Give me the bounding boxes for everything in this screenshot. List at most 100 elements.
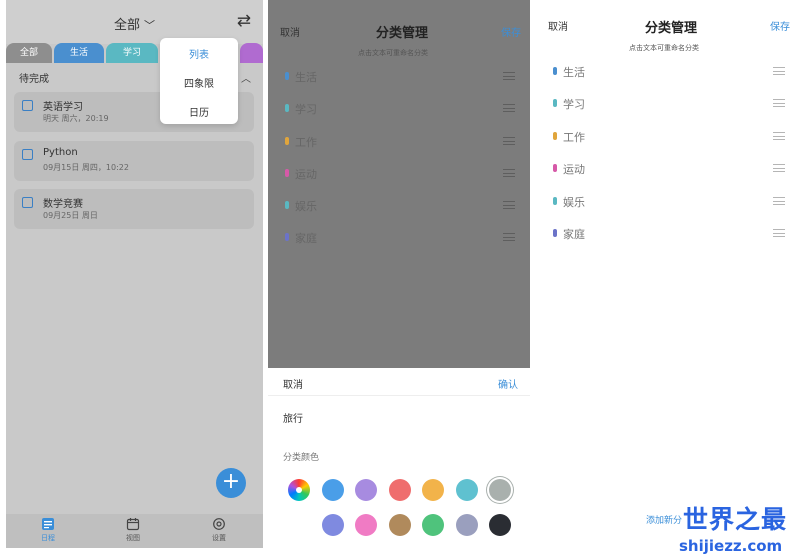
category-filter-label: 全部 xyxy=(113,18,140,33)
cancel-button[interactable]: 取消 xyxy=(280,24,300,39)
new-category-sheet: 取消 确认 旅行 分类颜色 xyxy=(268,368,530,548)
color-swatch[interactable] xyxy=(489,514,511,536)
drag-handle-icon[interactable] xyxy=(773,99,785,107)
plus-icon: + xyxy=(221,469,241,494)
category-name-input[interactable]: 旅行 xyxy=(283,410,303,425)
save-button[interactable]: 保存 xyxy=(501,24,521,39)
task-checkbox[interactable] xyxy=(22,197,33,208)
task-checkbox[interactable] xyxy=(22,149,33,160)
color-swatch[interactable] xyxy=(355,514,377,536)
category-filter-title[interactable]: 全部 ﹀ xyxy=(6,14,263,33)
category-row[interactable]: 娱乐 xyxy=(285,198,517,214)
category-color-dot xyxy=(285,169,289,177)
category-name[interactable]: 家庭 xyxy=(295,230,317,246)
drag-handle-icon[interactable] xyxy=(503,201,515,209)
category-row[interactable]: 学习 xyxy=(285,101,517,117)
drag-handle-icon[interactable] xyxy=(503,72,515,80)
task-name: 英语学习 xyxy=(43,102,83,113)
category-name[interactable]: 生活 xyxy=(563,64,585,80)
drag-handle-icon[interactable] xyxy=(773,229,785,237)
category-row[interactable]: 学习 xyxy=(553,96,787,112)
view-option-list[interactable]: 列表 xyxy=(160,46,238,61)
category-color-dot xyxy=(285,72,289,80)
color-swatch[interactable] xyxy=(456,479,478,501)
tab-study[interactable]: 学习 xyxy=(106,43,158,63)
drag-handle-icon[interactable] xyxy=(773,197,785,205)
category-name[interactable]: 运动 xyxy=(563,161,585,177)
cancel-button[interactable]: 取消 xyxy=(548,18,568,33)
color-swatch[interactable] xyxy=(322,479,344,501)
category-name[interactable]: 娱乐 xyxy=(563,194,585,210)
category-name[interactable]: 学习 xyxy=(563,96,585,112)
drag-handle-icon[interactable] xyxy=(503,104,515,112)
category-color-dot xyxy=(285,233,289,241)
chevron-up-icon[interactable]: ︿ xyxy=(241,70,251,85)
task-date: 09月25日 周日 xyxy=(43,211,98,220)
nav-settings[interactable]: 设置 xyxy=(199,517,239,543)
category-name[interactable]: 学习 xyxy=(295,101,317,117)
task-checkbox[interactable] xyxy=(22,100,33,111)
category-row[interactable]: 生活 xyxy=(285,69,517,85)
drag-handle-icon[interactable] xyxy=(503,233,515,241)
category-manager-screen: 取消 分类管理 保存 点击文本可重命名分类 生活 学习 工作 运动 娱乐 家庭 … xyxy=(533,0,804,548)
category-name[interactable]: 工作 xyxy=(563,129,585,145)
task-item[interactable]: 数学竞赛 09月25日 周日 xyxy=(14,189,254,229)
category-row[interactable]: 家庭 xyxy=(553,226,787,242)
category-name[interactable]: 娱乐 xyxy=(295,198,317,214)
tab-all[interactable]: 全部 xyxy=(6,43,52,63)
custom-color-picker[interactable] xyxy=(288,479,310,501)
sheet-confirm-button[interactable]: 确认 xyxy=(498,376,518,391)
view-option-quadrant[interactable]: 四象限 xyxy=(160,75,238,90)
color-swatch[interactable] xyxy=(422,514,444,536)
add-category-link[interactable]: 添加新分 xyxy=(646,513,682,526)
color-label: 分类颜色 xyxy=(283,453,320,463)
color-swatch[interactable] xyxy=(322,514,344,536)
category-row[interactable]: 运动 xyxy=(553,161,787,177)
nav-schedule[interactable]: 日程 xyxy=(28,517,68,543)
swap-arrows-icon[interactable]: ⇄ xyxy=(237,11,251,31)
category-row[interactable]: 工作 xyxy=(285,134,517,150)
category-row[interactable]: 运动 xyxy=(285,166,517,182)
drag-handle-icon[interactable] xyxy=(503,169,515,177)
color-swatch[interactable] xyxy=(456,514,478,536)
drag-handle-icon[interactable] xyxy=(773,164,785,172)
category-row[interactable]: 工作 xyxy=(553,129,787,145)
watermark-logo: 世界之最 xyxy=(683,505,788,534)
color-swatch[interactable] xyxy=(389,479,411,501)
rename-hint: 点击文本可重命名分类 xyxy=(358,49,428,57)
task-item[interactable]: Python 09月15日 周四，10:22 xyxy=(14,141,254,181)
save-button[interactable]: 保存 xyxy=(770,18,790,33)
color-swatch[interactable] xyxy=(422,479,444,501)
add-task-button[interactable]: + xyxy=(216,468,246,498)
dimmed-overlay[interactable]: 取消 分类管理 保存 点击文本可重命名分类 生活 学习 工作 运动 娱乐 家庭 xyxy=(268,0,530,368)
drag-handle-icon[interactable] xyxy=(503,137,515,145)
category-name[interactable]: 生活 xyxy=(295,69,317,85)
category-color-dot xyxy=(285,201,289,209)
color-swatch[interactable] xyxy=(389,514,411,536)
color-swatch[interactable] xyxy=(355,479,377,501)
category-name[interactable]: 运动 xyxy=(295,166,317,182)
category-row[interactable]: 娱乐 xyxy=(553,194,787,210)
sheet-cancel-button[interactable]: 取消 xyxy=(283,376,303,391)
task-date: 明天 周六，20:19 xyxy=(43,114,109,123)
task-name: 数学竞赛 xyxy=(43,199,83,210)
tab-more[interactable] xyxy=(240,43,263,63)
category-row[interactable]: 生活 xyxy=(553,64,787,80)
drag-handle-icon[interactable] xyxy=(773,67,785,75)
category-color-dot xyxy=(553,197,557,205)
settings-icon xyxy=(213,518,225,530)
category-name[interactable]: 家庭 xyxy=(563,226,585,242)
bottom-nav: 日程 视图 设置 xyxy=(6,514,263,548)
rename-hint: 点击文本可重命名分类 xyxy=(629,44,699,52)
color-swatch-selected[interactable] xyxy=(489,479,511,501)
view-option-calendar[interactable]: 日历 xyxy=(160,104,238,119)
nav-label: 日程 xyxy=(41,534,55,542)
nav-view[interactable]: 视图 xyxy=(113,517,153,543)
category-row[interactable]: 家庭 xyxy=(285,230,517,246)
watermark-url: shijiezz.com xyxy=(679,537,783,555)
tab-life[interactable]: 生活 xyxy=(54,43,104,63)
category-name[interactable]: 工作 xyxy=(295,134,317,150)
task-date: 09月15日 周四，10:22 xyxy=(43,163,129,172)
drag-handle-icon[interactable] xyxy=(773,132,785,140)
chevron-down-icon: ﹀ xyxy=(144,19,155,32)
